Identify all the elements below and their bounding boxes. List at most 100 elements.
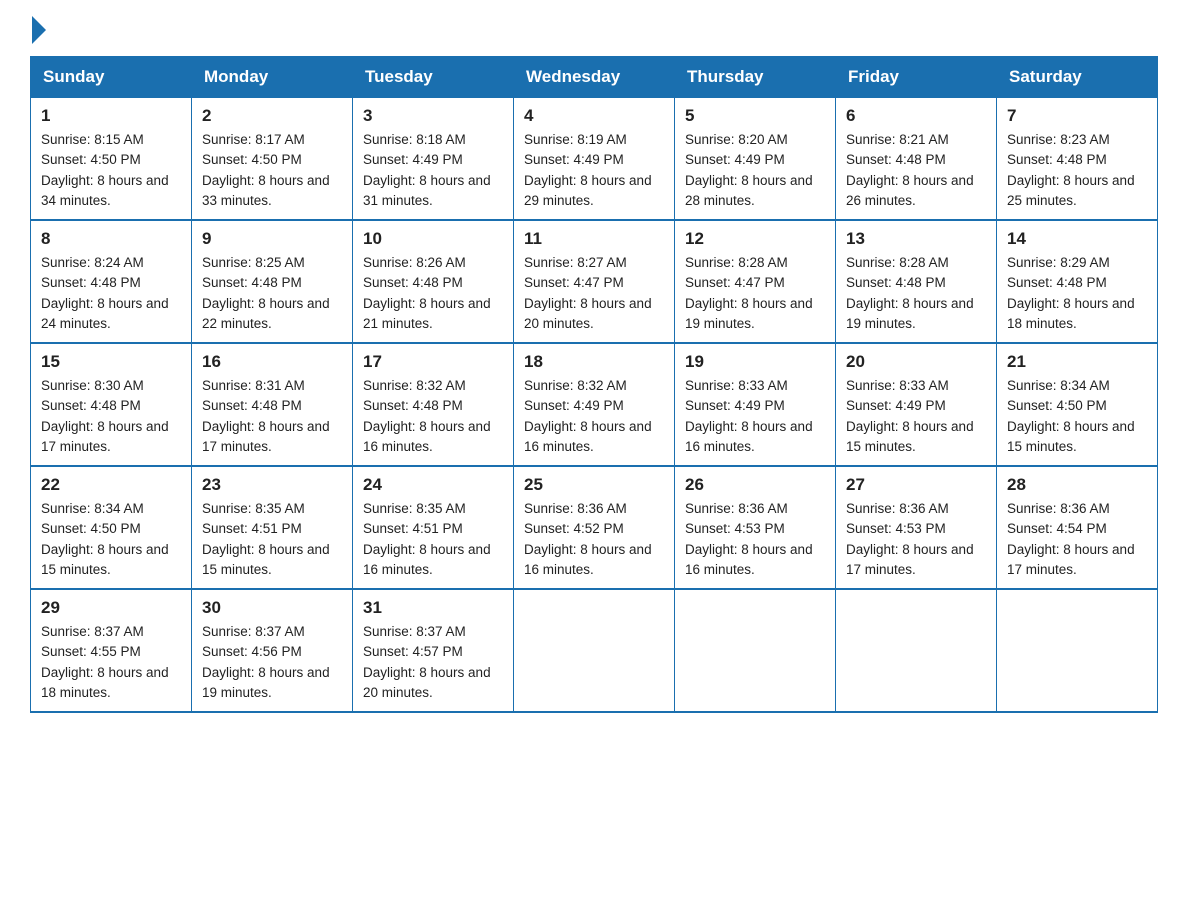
- calendar-cell: 18 Sunrise: 8:32 AMSunset: 4:49 PMDayligh…: [514, 343, 675, 466]
- calendar-cell: 19 Sunrise: 8:33 AMSunset: 4:49 PMDayligh…: [675, 343, 836, 466]
- day-number: 7: [1007, 106, 1147, 126]
- day-number: 28: [1007, 475, 1147, 495]
- day-info: Sunrise: 8:29 AMSunset: 4:48 PMDaylight:…: [1007, 253, 1147, 334]
- day-number: 11: [524, 229, 664, 249]
- calendar-cell: 23 Sunrise: 8:35 AMSunset: 4:51 PMDayligh…: [192, 466, 353, 589]
- calendar-cell: 11 Sunrise: 8:27 AMSunset: 4:47 PMDayligh…: [514, 220, 675, 343]
- header-monday: Monday: [192, 57, 353, 98]
- calendar-cell: 28 Sunrise: 8:36 AMSunset: 4:54 PMDayligh…: [997, 466, 1158, 589]
- header-thursday: Thursday: [675, 57, 836, 98]
- day-number: 24: [363, 475, 503, 495]
- calendar-cell: 6 Sunrise: 8:21 AMSunset: 4:48 PMDaylight…: [836, 98, 997, 221]
- day-number: 26: [685, 475, 825, 495]
- calendar-cell: 22 Sunrise: 8:34 AMSunset: 4:50 PMDayligh…: [31, 466, 192, 589]
- logo-arrow-icon: [32, 16, 46, 44]
- calendar-cell: 15 Sunrise: 8:30 AMSunset: 4:48 PMDayligh…: [31, 343, 192, 466]
- calendar-header-row: SundayMondayTuesdayWednesdayThursdayFrid…: [31, 57, 1158, 98]
- header-tuesday: Tuesday: [353, 57, 514, 98]
- calendar-cell: [675, 589, 836, 712]
- day-number: 3: [363, 106, 503, 126]
- calendar-table: SundayMondayTuesdayWednesdayThursdayFrid…: [30, 56, 1158, 713]
- calendar-cell: 2 Sunrise: 8:17 AMSunset: 4:50 PMDaylight…: [192, 98, 353, 221]
- calendar-week-row: 15 Sunrise: 8:30 AMSunset: 4:48 PMDayligh…: [31, 343, 1158, 466]
- day-info: Sunrise: 8:26 AMSunset: 4:48 PMDaylight:…: [363, 253, 503, 334]
- day-info: Sunrise: 8:34 AMSunset: 4:50 PMDaylight:…: [1007, 376, 1147, 457]
- day-number: 25: [524, 475, 664, 495]
- calendar-cell: 4 Sunrise: 8:19 AMSunset: 4:49 PMDaylight…: [514, 98, 675, 221]
- calendar-cell: 10 Sunrise: 8:26 AMSunset: 4:48 PMDayligh…: [353, 220, 514, 343]
- day-number: 5: [685, 106, 825, 126]
- day-info: Sunrise: 8:28 AMSunset: 4:48 PMDaylight:…: [846, 253, 986, 334]
- calendar-cell: 3 Sunrise: 8:18 AMSunset: 4:49 PMDaylight…: [353, 98, 514, 221]
- day-info: Sunrise: 8:27 AMSunset: 4:47 PMDaylight:…: [524, 253, 664, 334]
- day-info: Sunrise: 8:32 AMSunset: 4:49 PMDaylight:…: [524, 376, 664, 457]
- day-number: 4: [524, 106, 664, 126]
- day-number: 31: [363, 598, 503, 618]
- day-number: 9: [202, 229, 342, 249]
- day-number: 30: [202, 598, 342, 618]
- calendar-cell: 24 Sunrise: 8:35 AMSunset: 4:51 PMDayligh…: [353, 466, 514, 589]
- day-number: 23: [202, 475, 342, 495]
- calendar-cell: 27Sunrise: 8:36 AMSunset: 4:53 PMDayligh…: [836, 466, 997, 589]
- day-number: 15: [41, 352, 181, 372]
- header-wednesday: Wednesday: [514, 57, 675, 98]
- day-info: Sunrise: 8:24 AMSunset: 4:48 PMDaylight:…: [41, 253, 181, 334]
- day-info: Sunrise: 8:35 AMSunset: 4:51 PMDaylight:…: [363, 499, 503, 580]
- calendar-cell: 12 Sunrise: 8:28 AMSunset: 4:47 PMDayligh…: [675, 220, 836, 343]
- page-header: [30, 20, 1158, 36]
- day-number: 16: [202, 352, 342, 372]
- day-info: Sunrise: 8:37 AMSunset: 4:55 PMDaylight:…: [41, 622, 181, 703]
- day-number: 8: [41, 229, 181, 249]
- day-info: Sunrise: 8:31 AMSunset: 4:48 PMDaylight:…: [202, 376, 342, 457]
- day-number: 27: [846, 475, 986, 495]
- day-number: 17: [363, 352, 503, 372]
- calendar-cell: 13 Sunrise: 8:28 AMSunset: 4:48 PMDayligh…: [836, 220, 997, 343]
- calendar-cell: 7 Sunrise: 8:23 AMSunset: 4:48 PMDaylight…: [997, 98, 1158, 221]
- calendar-week-row: 22 Sunrise: 8:34 AMSunset: 4:50 PMDayligh…: [31, 466, 1158, 589]
- day-info: Sunrise: 8:35 AMSunset: 4:51 PMDaylight:…: [202, 499, 342, 580]
- day-number: 21: [1007, 352, 1147, 372]
- calendar-cell: [836, 589, 997, 712]
- day-number: 22: [41, 475, 181, 495]
- calendar-week-row: 29 Sunrise: 8:37 AMSunset: 4:55 PMDayligh…: [31, 589, 1158, 712]
- day-info: Sunrise: 8:21 AMSunset: 4:48 PMDaylight:…: [846, 130, 986, 211]
- calendar-cell: 16 Sunrise: 8:31 AMSunset: 4:48 PMDayligh…: [192, 343, 353, 466]
- day-number: 1: [41, 106, 181, 126]
- calendar-cell: 8 Sunrise: 8:24 AMSunset: 4:48 PMDaylight…: [31, 220, 192, 343]
- day-number: 12: [685, 229, 825, 249]
- header-friday: Friday: [836, 57, 997, 98]
- day-info: Sunrise: 8:33 AMSunset: 4:49 PMDaylight:…: [846, 376, 986, 457]
- calendar-cell: 1Sunrise: 8:15 AMSunset: 4:50 PMDaylight…: [31, 98, 192, 221]
- day-number: 2: [202, 106, 342, 126]
- calendar-cell: 26 Sunrise: 8:36 AMSunset: 4:53 PMDayligh…: [675, 466, 836, 589]
- calendar-cell: 30 Sunrise: 8:37 AMSunset: 4:56 PMDayligh…: [192, 589, 353, 712]
- day-number: 20: [846, 352, 986, 372]
- day-info: Sunrise: 8:28 AMSunset: 4:47 PMDaylight:…: [685, 253, 825, 334]
- header-sunday: Sunday: [31, 57, 192, 98]
- calendar-cell: [514, 589, 675, 712]
- day-info: Sunrise: 8:30 AMSunset: 4:48 PMDaylight:…: [41, 376, 181, 457]
- calendar-cell: 9Sunrise: 8:25 AMSunset: 4:48 PMDaylight…: [192, 220, 353, 343]
- day-info: Sunrise: 8:19 AMSunset: 4:49 PMDaylight:…: [524, 130, 664, 211]
- day-number: 13: [846, 229, 986, 249]
- day-number: 19: [685, 352, 825, 372]
- calendar-week-row: 8 Sunrise: 8:24 AMSunset: 4:48 PMDaylight…: [31, 220, 1158, 343]
- calendar-cell: 21 Sunrise: 8:34 AMSunset: 4:50 PMDayligh…: [997, 343, 1158, 466]
- day-info: Sunrise: 8:23 AMSunset: 4:48 PMDaylight:…: [1007, 130, 1147, 211]
- day-info: Sunrise: 8:37 AMSunset: 4:56 PMDaylight:…: [202, 622, 342, 703]
- day-number: 6: [846, 106, 986, 126]
- day-info: Sunrise: 8:36 AMSunset: 4:54 PMDaylight:…: [1007, 499, 1147, 580]
- day-info: Sunrise: 8:36 AMSunset: 4:53 PMDaylight:…: [685, 499, 825, 580]
- day-info: Sunrise: 8:34 AMSunset: 4:50 PMDaylight:…: [41, 499, 181, 580]
- day-number: 29: [41, 598, 181, 618]
- day-info: Sunrise: 8:17 AMSunset: 4:50 PMDaylight:…: [202, 130, 342, 211]
- calendar-cell: [997, 589, 1158, 712]
- day-info: Sunrise: 8:18 AMSunset: 4:49 PMDaylight:…: [363, 130, 503, 211]
- day-number: 10: [363, 229, 503, 249]
- calendar-cell: 14Sunrise: 8:29 AMSunset: 4:48 PMDayligh…: [997, 220, 1158, 343]
- calendar-cell: 17 Sunrise: 8:32 AMSunset: 4:48 PMDayligh…: [353, 343, 514, 466]
- calendar-cell: 5Sunrise: 8:20 AMSunset: 4:49 PMDaylight…: [675, 98, 836, 221]
- day-info: Sunrise: 8:33 AMSunset: 4:49 PMDaylight:…: [685, 376, 825, 457]
- day-number: 18: [524, 352, 664, 372]
- day-info: Sunrise: 8:32 AMSunset: 4:48 PMDaylight:…: [363, 376, 503, 457]
